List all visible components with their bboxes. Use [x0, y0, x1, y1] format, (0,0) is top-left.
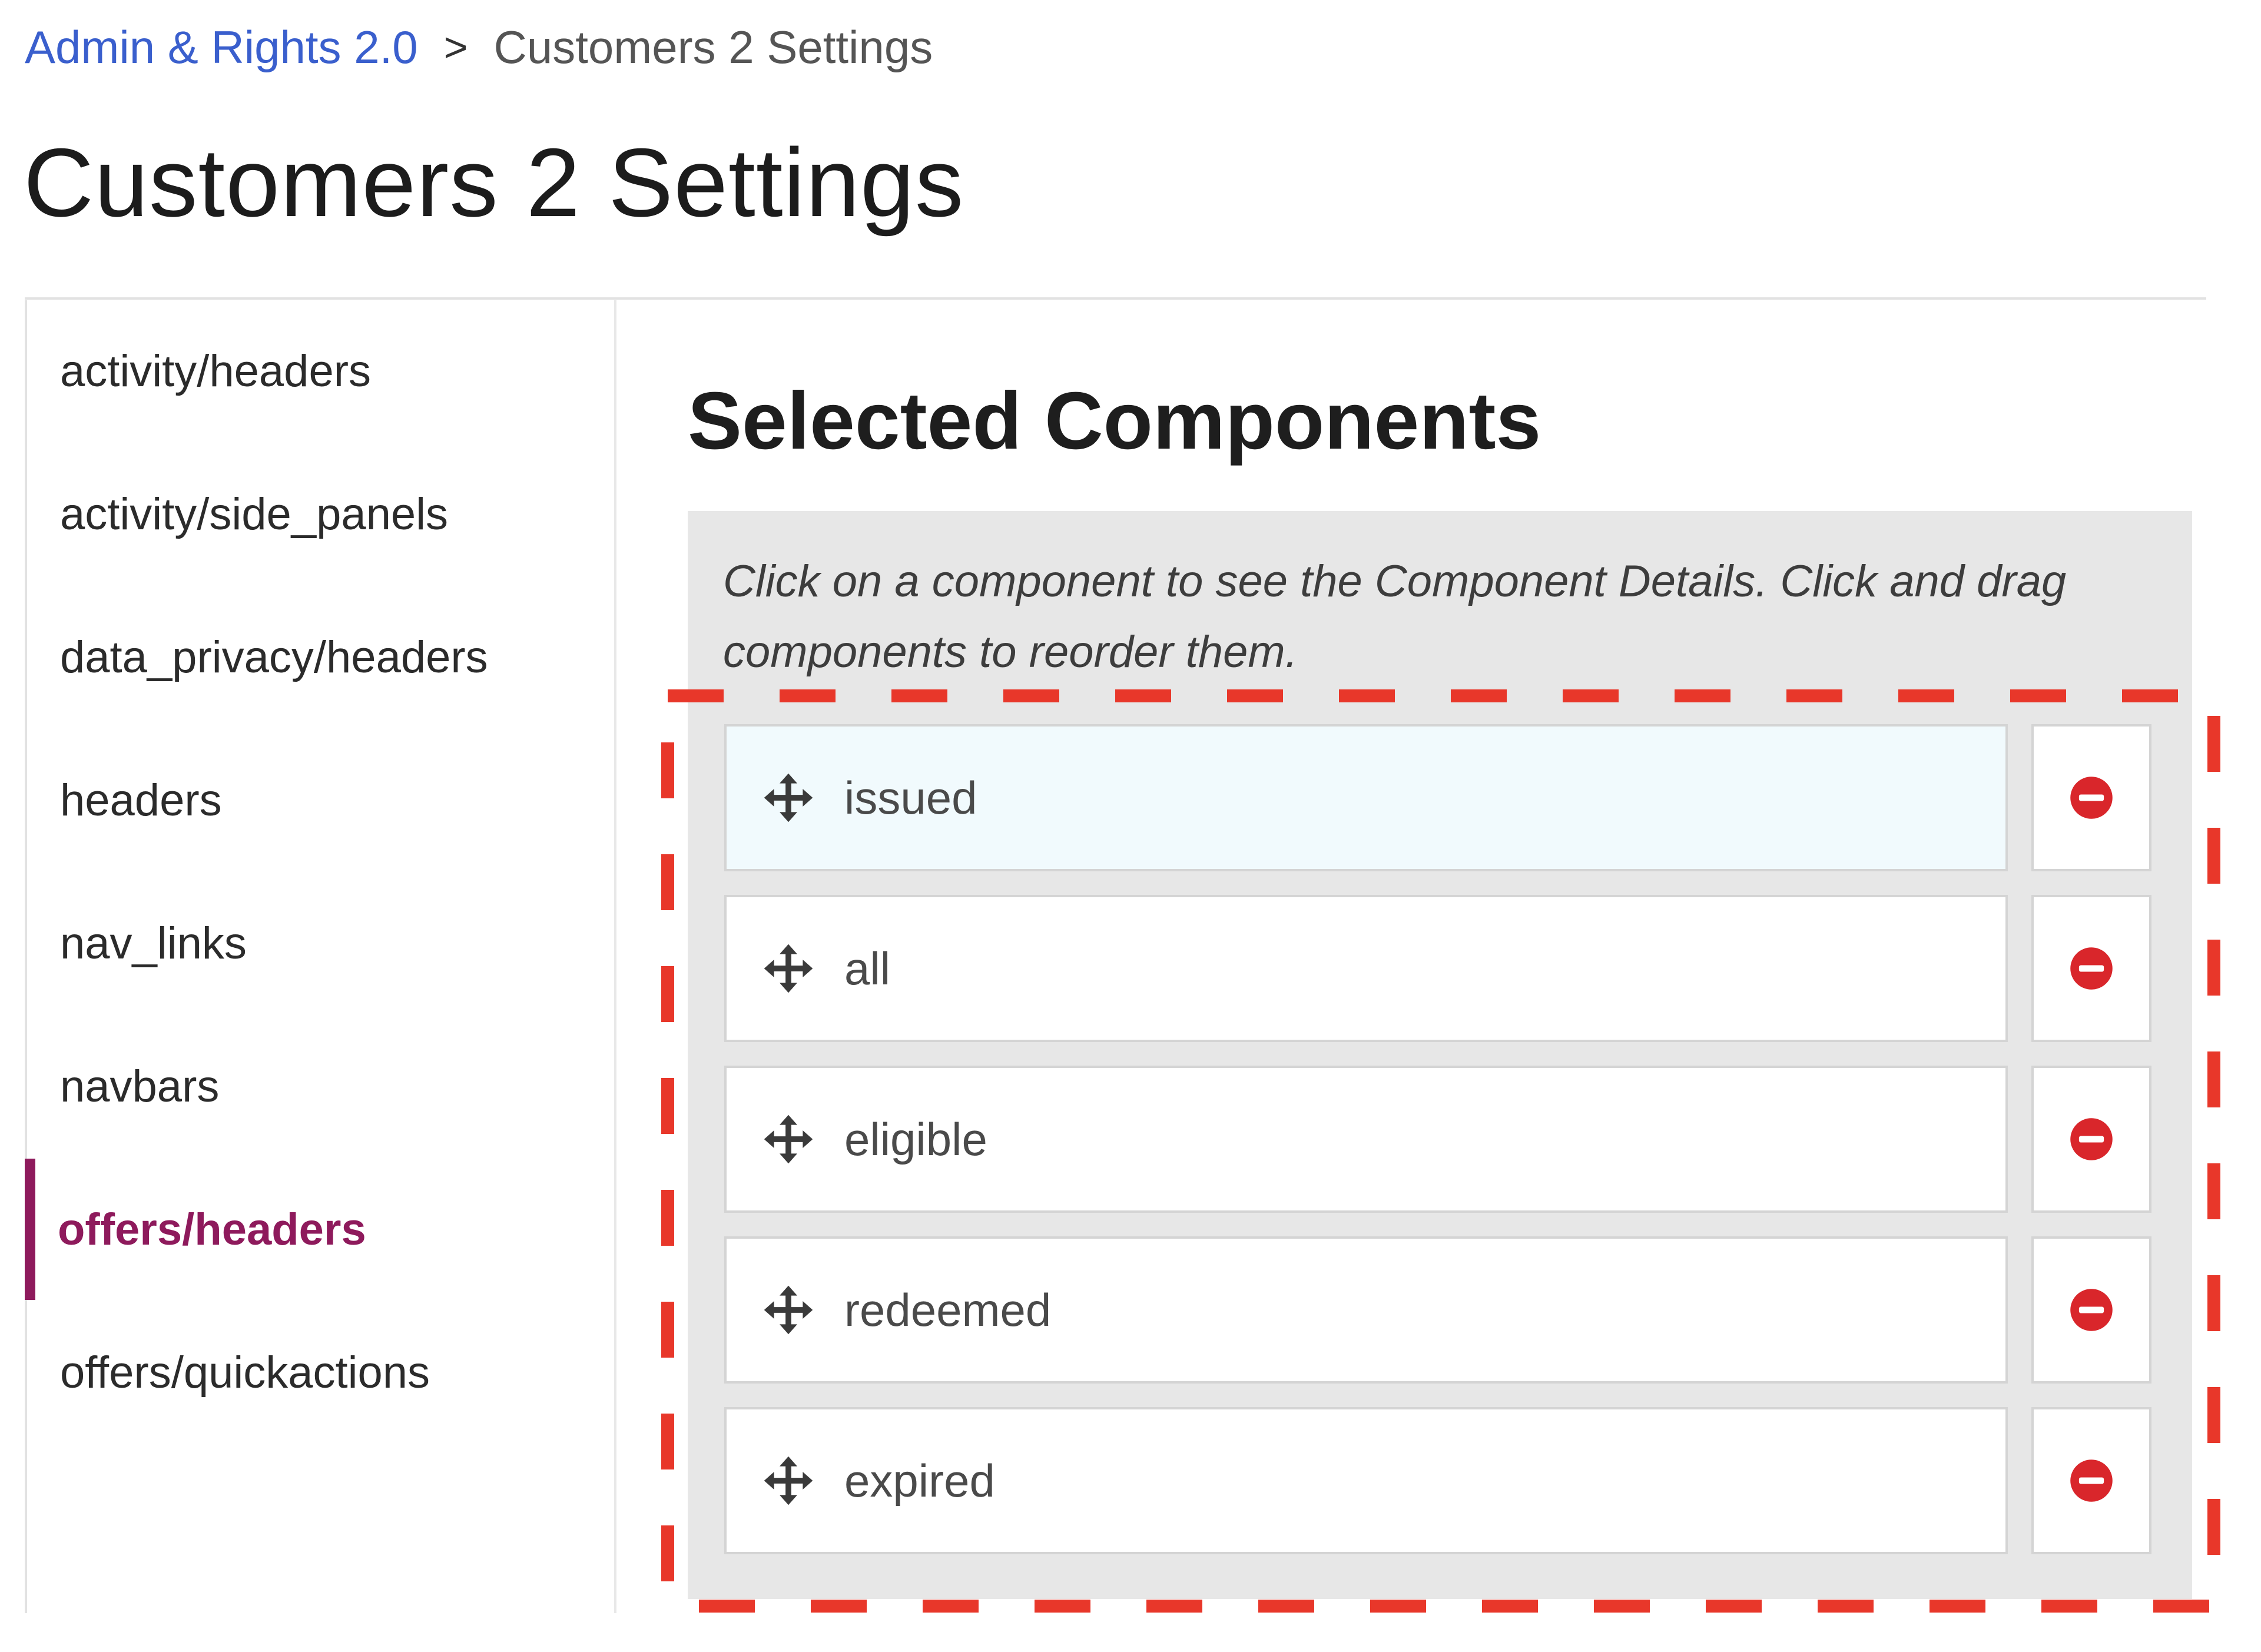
component-label: issued [844, 771, 977, 824]
component-label: redeemed [844, 1283, 1052, 1336]
component-row: expired [724, 1407, 2151, 1554]
sidebar-item-label: headers [60, 775, 222, 825]
move-arrows-icon[interactable] [762, 1454, 815, 1507]
sidebar-item-activity-side-panels[interactable]: activity/side_panels [27, 443, 614, 585]
row-gap [2008, 1066, 2031, 1213]
move-arrows-icon[interactable] [762, 1113, 815, 1166]
component-row: eligible [724, 1066, 2151, 1213]
row-gap [2008, 1407, 2031, 1554]
row-gap [2008, 724, 2031, 871]
move-arrows-icon[interactable] [762, 942, 815, 995]
sidebar: activity/headers activity/side_panels da… [25, 300, 616, 1613]
remove-cell [2031, 724, 2151, 871]
minus-circle-icon[interactable] [2068, 1116, 2114, 1162]
component-label: eligible [844, 1113, 987, 1165]
component-item-all[interactable]: all [724, 895, 2008, 1042]
component-label: expired [844, 1454, 995, 1507]
sidebar-item-offers-headers[interactable]: offers/headers [25, 1159, 612, 1300]
breadcrumb-link-admin-rights[interactable]: Admin & Rights 2.0 [25, 21, 418, 74]
component-item-redeemed[interactable]: redeemed [724, 1236, 2008, 1384]
move-arrows-icon[interactable] [762, 1283, 815, 1336]
selected-components-panel: Click on a component to see the Componen… [688, 511, 2192, 1599]
component-item-eligible[interactable]: eligible [724, 1066, 2008, 1213]
component-row: redeemed [724, 1236, 2151, 1384]
panel-hint: Click on a component to see the Componen… [723, 556, 2067, 677]
move-arrows-icon[interactable] [762, 771, 815, 824]
page-title: Customers 2 Settings [24, 128, 964, 237]
sidebar-item-navbars[interactable]: navbars [27, 1016, 614, 1157]
remove-cell [2031, 1066, 2151, 1213]
sidebar-item-activity-headers[interactable]: activity/headers [27, 300, 614, 442]
component-label: all [844, 942, 891, 994]
component-row: issued [724, 724, 2151, 871]
sidebar-item-offers-quickactions[interactable]: offers/quickactions [27, 1302, 614, 1443]
breadcrumb-separator: > [443, 24, 468, 70]
remove-cell [2031, 1236, 2151, 1384]
sidebar-item-nav-links[interactable]: nav_links [27, 873, 614, 1014]
sidebar-item-label: navbars [60, 1061, 220, 1112]
sidebar-item-label: data_privacy/headers [60, 632, 488, 682]
component-item-issued[interactable]: issued [724, 724, 2008, 871]
top-divider [25, 297, 2206, 300]
minus-circle-icon[interactable] [2068, 1287, 2114, 1333]
sidebar-item-label: activity/side_panels [60, 489, 449, 539]
breadcrumb: Admin & Rights 2.0 > Customers 2 Setting… [25, 18, 933, 77]
sidebar-item-label: offers/headers [58, 1204, 366, 1255]
sidebar-item-label: nav_links [60, 918, 247, 968]
sidebar-item-data-privacy-headers[interactable]: data_privacy/headers [27, 586, 614, 728]
remove-cell [2031, 895, 2151, 1042]
sidebar-item-label: offers/quickactions [60, 1347, 430, 1398]
minus-circle-icon[interactable] [2068, 946, 2114, 991]
component-row: all [724, 895, 2151, 1042]
remove-cell [2031, 1407, 2151, 1554]
row-gap [2008, 895, 2031, 1042]
sidebar-item-label: activity/headers [60, 346, 372, 396]
minus-circle-icon[interactable] [2068, 775, 2114, 821]
section-title: Selected Components [688, 376, 1541, 466]
sidebar-item-headers[interactable]: headers [27, 729, 614, 871]
component-item-expired[interactable]: expired [724, 1407, 2008, 1554]
minus-circle-icon[interactable] [2068, 1458, 2114, 1504]
row-gap [2008, 1236, 2031, 1384]
breadcrumb-current: Customers 2 Settings [493, 21, 933, 73]
